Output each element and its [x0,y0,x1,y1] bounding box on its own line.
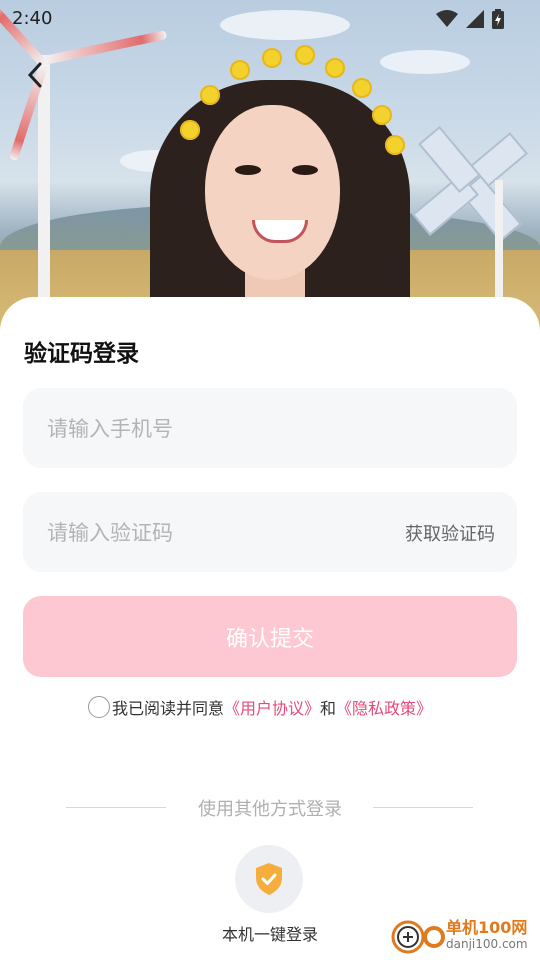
page-title: 验证码登录 [24,341,139,367]
one-click-login-button[interactable] [235,845,303,913]
phone-input[interactable] [45,388,379,470]
agree-checkbox[interactable] [88,696,110,718]
status-bar: 2:40 [0,0,540,36]
watermark-url: danji100.com [446,937,528,951]
phone-field [23,388,517,470]
wifi-icon [436,10,458,32]
watermark-logo-icon [390,915,446,955]
agree-prefix-text: 我已阅读并同意 [112,699,225,718]
cellular-signal-icon [466,10,484,32]
submit-button[interactable]: 确认提交 [23,596,517,677]
privacy-policy-link[interactable]: 《隐私政策》 [336,695,432,719]
watermark: 单机100网 danji100.com [390,915,528,955]
watermark-title: 单机100网 [446,918,528,937]
chevron-left-icon [27,62,42,88]
code-input[interactable] [45,492,379,574]
code-field: 获取验证码 [23,492,517,574]
hero-photo [0,0,540,330]
back-button[interactable] [22,58,46,92]
user-agreement-link[interactable]: 《用户协议》 [224,695,320,719]
shield-check-icon [256,863,282,895]
other-login-text: 使用其他方式登录 [198,799,342,820]
and-text: 和 [320,699,337,718]
battery-icon [492,9,504,33]
agreement-row: 我已阅读并同意 《用户协议》 和 《隐私政策》 [88,695,432,719]
get-code-button[interactable]: 获取验证码 [405,520,495,546]
status-time: 2:40 [12,8,53,29]
